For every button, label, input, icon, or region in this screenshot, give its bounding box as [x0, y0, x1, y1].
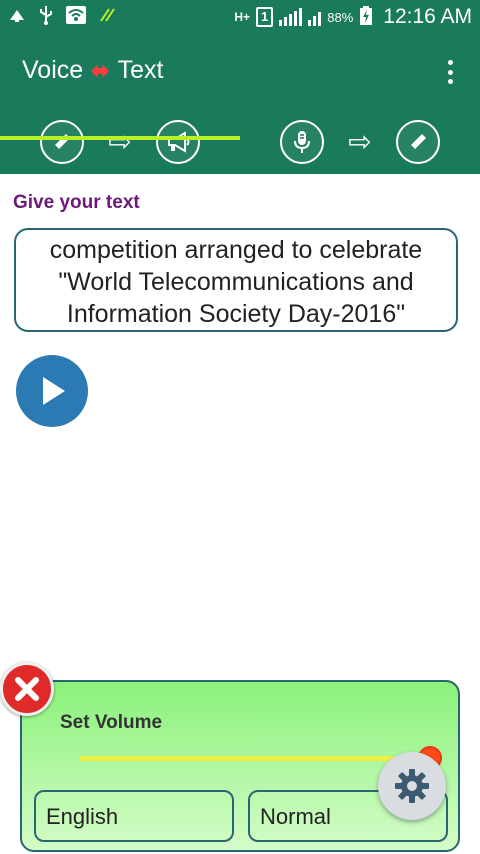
- tab-text-to-voice[interactable]: ⇨: [0, 114, 240, 170]
- overflow-menu-icon[interactable]: [440, 56, 460, 88]
- arrow-right-icon: ⇨: [108, 126, 132, 157]
- active-tab-indicator: [0, 136, 240, 140]
- signal-strength-2-icon: [308, 8, 322, 26]
- text-input-area[interactable]: competition arranged to celebrate "World…: [14, 228, 458, 332]
- play-button[interactable]: [16, 355, 88, 427]
- app-bar: Voice ⬌ Text ⇨ ⇨: [0, 34, 480, 174]
- usb-icon: [38, 5, 54, 30]
- status-right-icons: H+ 1 88% 12:16 AM: [234, 5, 472, 29]
- pencil-icon: [40, 120, 85, 164]
- signal-strength-icon: [279, 8, 303, 26]
- panel-title: Set Volume: [60, 712, 163, 733]
- microphone-icon: [280, 120, 325, 164]
- battery-percent: 88%: [327, 9, 354, 25]
- close-panel-button[interactable]: [0, 662, 54, 716]
- text-line: "World Telecommunications and: [58, 268, 414, 296]
- arrow-right-icon: ⇨: [348, 126, 372, 157]
- gear-icon: [395, 769, 429, 803]
- megaphone-icon: [155, 120, 200, 164]
- settings-button[interactable]: [378, 752, 446, 820]
- status-bar: H+ 1 88% 12:16 AM: [0, 0, 480, 34]
- prompt-label: Give your text: [13, 192, 140, 213]
- wifi-icon: [66, 5, 86, 29]
- status-left-icons: [8, 5, 116, 30]
- app-title-right: Text: [117, 56, 164, 84]
- text-line: Information Society Day-2016": [66, 300, 406, 328]
- sim-slot-badge: 1: [256, 7, 274, 27]
- battery-charging-icon: [359, 5, 373, 29]
- play-icon: [43, 377, 65, 405]
- clock: 12:16 AM: [383, 5, 472, 28]
- text-line: competition arranged to celebrate: [49, 236, 423, 264]
- volume-slider-track[interactable]: [80, 756, 430, 761]
- tab-voice-to-text[interactable]: ⇨: [240, 114, 480, 170]
- network-type-label: H+: [234, 10, 250, 24]
- app-title-left: Voice: [22, 56, 84, 84]
- mode-tabs: ⇨ ⇨: [0, 114, 480, 170]
- swap-arrow-icon: ⬌: [91, 57, 110, 83]
- language-select[interactable]: English: [34, 790, 234, 842]
- pencil-icon: [395, 120, 440, 164]
- data-activity-icon: [98, 6, 116, 29]
- app-title: Voice ⬌ Text: [22, 56, 163, 85]
- close-icon: [15, 677, 39, 701]
- notification-icon: [8, 6, 26, 29]
